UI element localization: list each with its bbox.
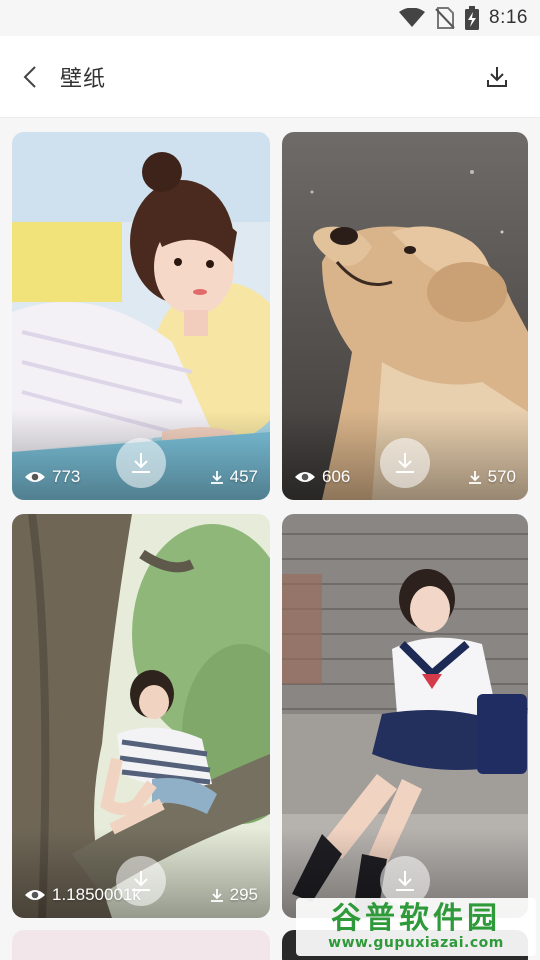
download-icon (210, 889, 223, 902)
wallpaper-card[interactable]: 606 570 (282, 132, 528, 500)
eye-icon (25, 472, 45, 482)
wallpaper-card[interactable] (282, 514, 528, 918)
download-count: 570 (468, 467, 516, 487)
wallpaper-card[interactable]: 773 457 (12, 132, 270, 500)
download-icon (396, 871, 414, 891)
download-icon (132, 871, 150, 891)
status-bar: 8:16 (0, 0, 540, 36)
card-download-button[interactable] (116, 438, 166, 488)
watermark-url: www.gupuxiazai.com (328, 935, 504, 951)
watermark-title: 谷普软件园 (331, 901, 501, 936)
eye-icon (25, 890, 45, 900)
back-button[interactable] (0, 36, 60, 118)
download-icon (396, 453, 414, 473)
download-icon (132, 453, 150, 473)
view-count-value: 773 (52, 467, 81, 486)
page-title: 壁纸 (60, 65, 107, 91)
view-count: 773 (24, 467, 80, 487)
status-time: 8:16 (489, 7, 528, 28)
card-download-button[interactable] (116, 856, 166, 906)
chevron-left-icon (23, 65, 36, 88)
wifi-icon (399, 8, 426, 28)
battery-charging-icon (465, 6, 480, 30)
card-download-button[interactable] (380, 438, 430, 488)
download-count: 295 (210, 885, 258, 905)
download-count: 457 (210, 467, 258, 487)
wallpaper-screen: 8:16 壁纸 773 457 606 570 1.1850001k 295 谷… (0, 0, 540, 960)
eye-icon (295, 472, 315, 482)
download-count-value: 295 (229, 885, 258, 904)
download-count-value: 570 (487, 467, 516, 486)
view-count: 606 (294, 467, 350, 487)
wallpaper-card[interactable]: 1.1850001k 295 (12, 514, 270, 918)
app-header: 壁纸 (0, 36, 540, 118)
view-count-value: 606 (322, 467, 351, 486)
wallpaper-card[interactable] (12, 930, 270, 960)
download-count-value: 457 (229, 467, 258, 486)
download-manager-button[interactable] (480, 60, 514, 94)
download-icon (468, 471, 481, 484)
watermark-logo: 谷普软件园 www.gupuxiazai.com (296, 898, 536, 956)
no-sim-icon (435, 7, 455, 29)
download-icon (210, 471, 223, 484)
download-icon (487, 67, 507, 87)
